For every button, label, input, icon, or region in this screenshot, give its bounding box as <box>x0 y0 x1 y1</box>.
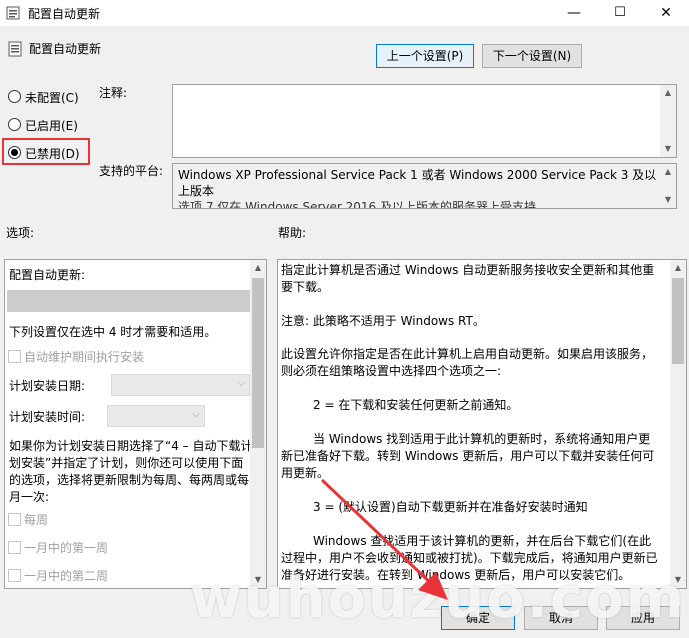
options-title: 配置自动更新: <box>9 268 86 282</box>
schedule-day-combo[interactable]: ⌵ <box>111 374 250 396</box>
scroll-up-icon[interactable]: ▲ <box>660 85 676 101</box>
weekly-label: 每周 <box>24 513 49 527</box>
radio-label: 已启用(E) <box>25 119 78 133</box>
help-paragraph: 注意: 此策略不适用于 Windows RT。 <box>281 314 485 328</box>
chevron-down-icon: ⌵ <box>237 378 245 389</box>
second-week-checkbox[interactable] <box>8 569 21 582</box>
schedule-time-combo[interactable]: ⌵ <box>107 405 205 427</box>
options-note: 下列设置仅在选中 4 时才需要和适用。 <box>9 325 217 339</box>
scroll-thumb[interactable] <box>252 278 264 448</box>
comment-label: 注释: <box>99 86 128 100</box>
scroll-thumb[interactable] <box>672 278 684 364</box>
window-title: 配置自动更新 <box>28 7 101 21</box>
options-paragraph: 如果你为计划安装日期选择了“4 – 自动下载计划安装”并指定了计划，则你还可以使… <box>9 439 253 504</box>
first-week-label: 一月中的第一周 <box>24 541 109 555</box>
platform-text: Windows XP Professional Service Pack 1 或… <box>178 168 657 198</box>
comment-textarea[interactable]: ▲ ▼ <box>172 84 677 158</box>
radio-circle[interactable] <box>8 90 21 103</box>
help-scrollbar[interactable]: ▲ ▼ <box>670 260 686 588</box>
help-paragraph: 2 = 在下载和安装任何更新之前通知。 <box>313 398 519 412</box>
maintenance-checkbox[interactable] <box>8 350 21 363</box>
previous-setting-button[interactable]: 上一个设置(P) <box>376 44 474 68</box>
second-week-label: 一月中的第二周 <box>24 569 109 583</box>
platform-field: Windows XP Professional Service Pack 1 或… <box>172 163 677 209</box>
weekly-checkbox[interactable] <box>8 513 21 526</box>
schedule-time-label: 计划安装时间: <box>9 410 86 424</box>
highlight-box <box>2 138 90 165</box>
first-week-checkbox[interactable] <box>8 541 21 554</box>
close-button[interactable]: ✕ <box>643 0 689 26</box>
schedule-day-label: 计划安装日期: <box>9 379 86 393</box>
options-scrollbar[interactable]: ▲ ▼ <box>250 260 266 588</box>
platform-scrollbar[interactable]: ▲ ▼ <box>660 164 676 208</box>
policy-icon <box>6 6 20 20</box>
update-mode-combo <box>7 290 250 312</box>
scroll-up-icon[interactable]: ▲ <box>670 260 686 276</box>
maximize-button[interactable]: ☐ <box>597 0 643 26</box>
options-panel[interactable]: 配置自动更新: 下列设置仅在选中 4 时才需要和适用。 自动维护期间执行安装 计… <box>4 259 267 589</box>
help-paragraph: 此设置允许你指定是否在此计算机上启用自动更新。如果启用该服务，则必须在组策略设置… <box>281 347 654 378</box>
options-section-label: 选项: <box>6 226 35 240</box>
scroll-up-icon[interactable]: ▲ <box>660 164 676 180</box>
radio-circle[interactable] <box>8 118 21 131</box>
comment-scrollbar[interactable]: ▲ ▼ <box>660 85 676 157</box>
red-arrow-icon <box>320 478 448 600</box>
chevron-down-icon: ⌵ <box>192 409 200 420</box>
radio-label: 未配置(C) <box>25 91 79 105</box>
scroll-down-icon[interactable]: ▼ <box>660 141 676 157</box>
next-setting-button[interactable]: 下一个设置(N) <box>482 44 582 68</box>
minimize-button[interactable]: — <box>551 0 597 26</box>
maintenance-label: 自动维护期间执行安装 <box>24 350 145 364</box>
platform-text-cut: 选项 7 仅在 Windows Server 2016 及以上版本的服务器上受支… <box>178 200 536 209</box>
setting-title: 配置自动更新 <box>29 42 102 56</box>
scroll-up-icon[interactable]: ▲ <box>250 260 266 276</box>
scroll-down-icon[interactable]: ▼ <box>660 192 676 208</box>
help-paragraph: 指定此计算机是否通过 Windows 自动更新服务接收安全更新和其他重要下载。 <box>281 263 655 294</box>
platform-label: 支持的平台: <box>99 164 164 178</box>
help-section-label: 帮助: <box>278 226 307 240</box>
policy-icon <box>8 41 22 57</box>
